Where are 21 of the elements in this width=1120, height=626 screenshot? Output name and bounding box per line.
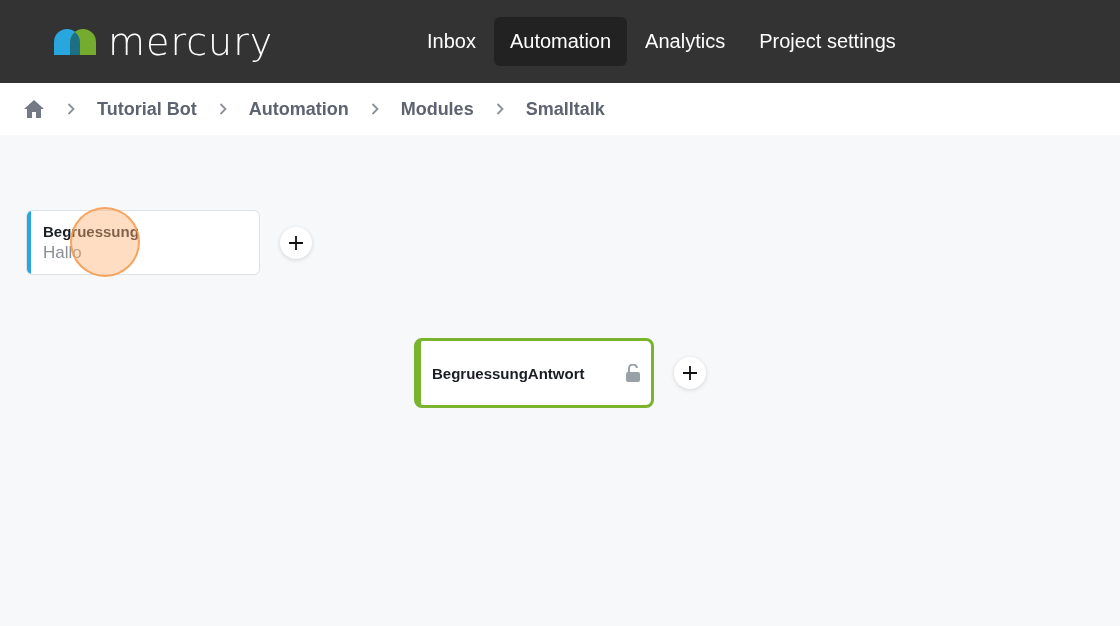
home-icon[interactable] — [23, 99, 45, 119]
chevron-icon — [495, 103, 504, 115]
logo-icon — [54, 28, 96, 55]
response-node[interactable]: BegruessungAntwort — [414, 338, 654, 408]
breadcrumb-link[interactable]: Modules — [400, 98, 474, 120]
chevron-icon — [67, 103, 75, 115]
chevron-icon — [370, 103, 379, 115]
plus-icon — [682, 365, 698, 381]
add-button[interactable] — [280, 226, 312, 259]
chevron-icon — [218, 103, 227, 115]
node-title: BegruessungAntwort — [432, 364, 585, 382]
breadcrumb-link[interactable]: Smalltalk — [525, 98, 605, 120]
breadcrumb-link[interactable]: Tutorial Bot — [97, 98, 197, 120]
add-button[interactable] — [674, 357, 706, 389]
nav-tab[interactable]: Automation — [493, 17, 628, 66]
nav-tab[interactable]: Analytics — [629, 17, 742, 66]
nav-tab[interactable]: Project settings — [743, 17, 912, 66]
plus-icon — [288, 234, 304, 251]
logo-text: mercury — [108, 19, 274, 64]
breadcrumb-link[interactable]: Automation — [248, 98, 349, 120]
nav-tab[interactable]: Inbox — [411, 17, 492, 66]
